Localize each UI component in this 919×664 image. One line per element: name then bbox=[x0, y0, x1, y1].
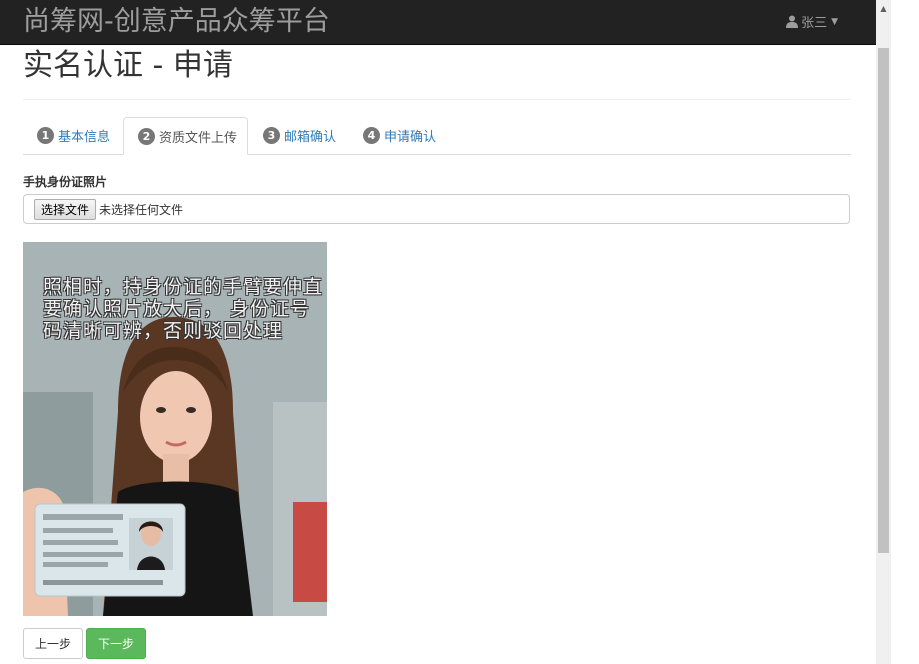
tab-label: 申请确认 bbox=[384, 130, 437, 145]
page-title: 实名认证 - 申请 bbox=[23, 48, 233, 83]
photo-instruction-line: 码清晰可辨，否则驳回处理 bbox=[43, 320, 284, 342]
title-divider bbox=[23, 99, 851, 100]
next-step-button[interactable]: 下一步 bbox=[86, 628, 146, 659]
caret-down-icon: ▼ bbox=[831, 16, 838, 27]
photo-instruction-line: 要确认照片放大后， 身份证号 bbox=[43, 298, 311, 320]
scroll-up-arrow-icon[interactable]: ▲ bbox=[876, 0, 891, 17]
tab-email-confirm[interactable]: 3 邮箱确认 bbox=[263, 117, 336, 154]
tab-label: 基本信息 bbox=[58, 130, 111, 145]
photo-instruction-line: 照相时，持身份证的手臂要伸直 bbox=[43, 276, 324, 298]
id-photo-file-input[interactable]: 选择文件 未选择任何文件 bbox=[23, 194, 850, 224]
id-photo-label: 手执身份证照片 bbox=[23, 175, 108, 189]
tab-label: 资质文件上传 bbox=[159, 130, 238, 146]
tab-application-confirm[interactable]: 4 申请确认 bbox=[363, 117, 436, 154]
photo-instruction-overlay: 照相时，持身份证的手臂要伸直 要确认照片放大后， 身份证号 码清晰可辨，否则驳回… bbox=[43, 276, 323, 342]
tab-basic-info[interactable]: 1 基本信息 bbox=[37, 117, 110, 154]
sample-id-photo: 照相时，持身份证的手臂要伸直 要确认照片放大后， 身份证号 码清晰可辨，否则驳回… bbox=[23, 242, 327, 616]
top-navbar: 尚筹网-创意产品众筹平台 张三 ▼ bbox=[0, 0, 876, 45]
previous-step-button[interactable]: 上一步 bbox=[23, 628, 83, 659]
step-badge: 2 bbox=[138, 127, 155, 145]
tab-document-upload[interactable]: 2 资质文件上传 bbox=[123, 117, 248, 155]
step-tabs: 1 基本信息 2 资质文件上传 3 邮箱确认 4 申请确认 bbox=[23, 117, 851, 155]
file-status-text: 未选择任何文件 bbox=[99, 202, 184, 217]
step-badge: 4 bbox=[363, 127, 380, 144]
step-badge: 3 bbox=[263, 127, 280, 144]
user-icon bbox=[786, 15, 799, 28]
step-badge: 1 bbox=[37, 127, 54, 144]
scroll-thumb[interactable] bbox=[878, 48, 889, 553]
user-name: 张三 bbox=[801, 16, 828, 31]
choose-file-button[interactable]: 选择文件 bbox=[34, 198, 97, 220]
vertical-scrollbar[interactable]: ▲ bbox=[876, 0, 891, 664]
tab-label: 邮箱确认 bbox=[284, 130, 337, 145]
brand-logo-text[interactable]: 尚筹网-创意产品众筹平台 bbox=[23, 4, 330, 40]
user-dropdown[interactable]: 张三 ▼ bbox=[786, 12, 838, 31]
